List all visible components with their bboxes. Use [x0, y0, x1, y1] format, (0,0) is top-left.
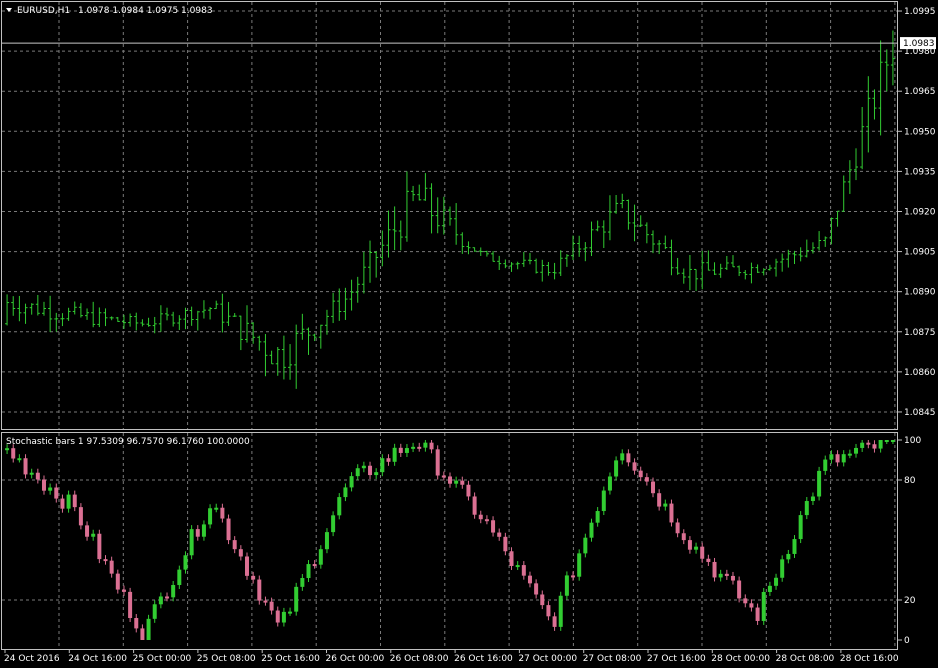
- price-tick-label: 1.0935: [904, 167, 936, 177]
- time-tick-label: 27 Oct 00:00: [518, 654, 577, 664]
- stoch-bar: [558, 591, 563, 631]
- time-tick-label: 27 Oct 16:00: [647, 654, 706, 664]
- price-tick-label: 1.0860: [904, 368, 936, 378]
- price-tick-label: 1.0920: [904, 207, 936, 217]
- stoch-bar: [564, 571, 569, 600]
- time-tick-label: 27 Oct 08:00: [583, 654, 642, 664]
- stoch-bar: [128, 587, 133, 623]
- time-tick-label: 26 Oct 00:00: [326, 654, 385, 664]
- price-tick-label: 1.0995: [904, 7, 936, 17]
- stoch-bar: [577, 549, 582, 581]
- stoch-bar: [435, 445, 440, 480]
- stoch-bar: [189, 525, 194, 560]
- price-tick-label: 1.0965: [904, 87, 936, 97]
- time-tick-label: 26 Oct 16:00: [454, 654, 513, 664]
- time-tick-label: 24 Oct 2016: [4, 654, 60, 664]
- stoch-bar: [761, 587, 766, 625]
- stoch-bar: [244, 552, 249, 580]
- stoch-tick-label: 80: [904, 476, 916, 486]
- time-tick-label: 24 Oct 16:00: [68, 654, 127, 664]
- time-tick-label: 25 Oct 08:00: [197, 654, 256, 664]
- stoch-bar: [97, 529, 102, 564]
- stoch-tick-label: 20: [904, 596, 916, 606]
- stoch-tick-label: 0: [904, 636, 910, 646]
- time-tick-label: 28 Oct 00:00: [711, 654, 770, 664]
- price-tick-label: 1.0845: [904, 408, 936, 418]
- price-tick-label: 1.0890: [904, 288, 936, 298]
- stoch-bar: [669, 499, 674, 527]
- ohlc-label: 1.0978 1.0984 1.0975 1.0983: [78, 6, 213, 16]
- stoch-bar: [294, 582, 299, 616]
- price-tick-label: 1.0905: [904, 248, 936, 258]
- time-tick-label: 25 Oct 16:00: [261, 654, 320, 664]
- price-tick-label: 1.0950: [904, 127, 936, 137]
- current-price-tag: 1.0983: [900, 37, 936, 50]
- time-tick-label: 26 Oct 08:00: [390, 654, 449, 664]
- symbol-label: EURUSD,H1: [17, 6, 70, 16]
- stoch-bar: [226, 514, 231, 545]
- time-tick-label: 28 Oct 08:00: [776, 654, 835, 664]
- stoch-tick-label: 100: [904, 436, 921, 446]
- stoch-bar: [257, 575, 262, 605]
- time-tick-label: 28 Oct 16:00: [840, 654, 899, 664]
- current-price-label: 1.0983: [903, 39, 935, 49]
- trading-chart[interactable]: 1.09951.09801.09651.09501.09351.09201.09…: [0, 0, 938, 668]
- stoch-bar: [601, 486, 606, 516]
- price-tick-label: 1.0875: [904, 328, 936, 338]
- stoch-bar: [817, 466, 822, 501]
- time-tick-label: 25 Oct 00:00: [133, 654, 192, 664]
- stoch-bar: [798, 511, 803, 544]
- stoch-title: Stochastic bars 1 97.5309 96.7570 96.176…: [6, 437, 250, 447]
